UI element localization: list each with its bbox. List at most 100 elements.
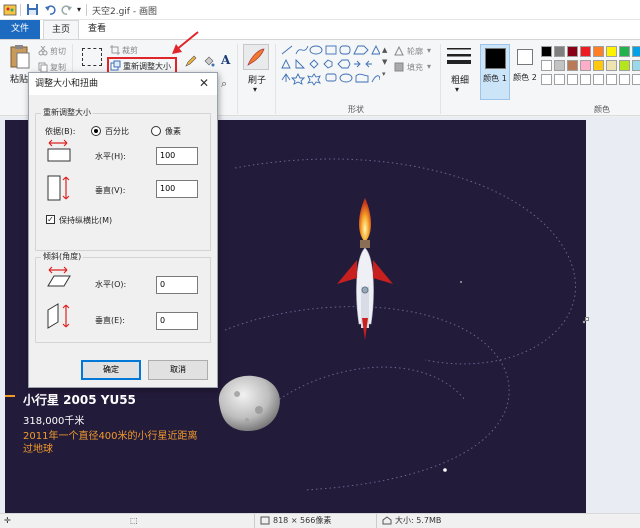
- copy-icon[interactable]: [38, 62, 48, 72]
- title-accent-bar: [5, 395, 15, 397]
- palette-swatch[interactable]: [580, 46, 591, 57]
- crop-button[interactable]: 裁剪: [122, 45, 138, 56]
- size-dropdown-icon[interactable]: ▾: [455, 85, 459, 94]
- asteroid-illustration: [218, 375, 280, 432]
- palette-swatch[interactable]: [606, 60, 617, 71]
- color2-label: 颜色 2: [513, 73, 537, 82]
- palette-swatch[interactable]: [619, 46, 630, 57]
- customize-qat-icon[interactable]: ▾: [77, 5, 81, 14]
- pixels-radio[interactable]: [151, 126, 161, 136]
- pencil-icon[interactable]: [185, 55, 197, 67]
- selection-size-icon: ⬚: [130, 516, 138, 525]
- outline-icon[interactable]: [394, 46, 404, 56]
- palette-swatch[interactable]: [632, 74, 640, 85]
- brush-icon: [247, 48, 265, 66]
- palette-swatch[interactable]: [541, 60, 552, 71]
- palette-swatch[interactable]: [606, 46, 617, 57]
- colors-group-label: 颜色: [594, 105, 610, 114]
- color2-button[interactable]: 颜色 2: [512, 44, 538, 100]
- palette-swatch[interactable]: [632, 60, 640, 71]
- cancel-button[interactable]: 取消: [148, 360, 208, 380]
- paste-icon[interactable]: [9, 44, 31, 70]
- color2-swatch: [517, 49, 533, 65]
- outline-button[interactable]: 轮廓: [407, 46, 423, 57]
- vertical-v-input[interactable]: 100: [156, 180, 198, 198]
- color1-button[interactable]: 颜色 1: [480, 44, 510, 100]
- palette-swatch[interactable]: [632, 46, 640, 57]
- undo-icon[interactable]: [44, 3, 57, 16]
- fill-dropdown-icon[interactable]: ▾: [427, 62, 431, 71]
- outline-dropdown-icon[interactable]: ▾: [427, 46, 431, 55]
- palette-swatch[interactable]: [554, 46, 565, 57]
- select-icon[interactable]: [82, 48, 102, 66]
- text-tool-icon[interactable]: A: [221, 53, 230, 67]
- file-size: 大小: 5.7MB: [395, 516, 442, 525]
- fill-button[interactable]: 填充: [407, 62, 423, 73]
- status-bar: ✛ ⬚ 818 × 566像素 大小: 5.7MB: [0, 513, 640, 528]
- palette-swatch[interactable]: [567, 60, 578, 71]
- horizontal-h-label: 水平(H):: [95, 152, 126, 161]
- horizontal-o-label: 水平(O):: [95, 280, 127, 289]
- save-icon[interactable]: [26, 3, 39, 16]
- close-icon[interactable]: ✕: [197, 76, 211, 90]
- crop-icon[interactable]: [110, 45, 120, 55]
- palette-swatch[interactable]: [541, 74, 552, 85]
- palette-swatch[interactable]: [593, 74, 604, 85]
- size-label[interactable]: 粗细: [451, 73, 469, 86]
- horizontal-h-input[interactable]: 100: [156, 147, 198, 165]
- palette-row-2: [541, 60, 640, 71]
- palette-swatch[interactable]: [580, 60, 591, 71]
- palette-swatch[interactable]: [619, 60, 630, 71]
- palette-swatch[interactable]: [567, 74, 578, 85]
- cursor-position-icon: ✛: [4, 516, 11, 525]
- window-title: 天空2.gif - 画图: [92, 7, 157, 17]
- quick-access-toolbar: ▾ 天空2.gif - 画图: [0, 0, 640, 20]
- paste-button[interactable]: 粘贴: [10, 72, 28, 85]
- keep-ratio-checkbox[interactable]: ✓: [46, 215, 55, 224]
- asteroid-desc-line2: 过地球: [23, 444, 53, 455]
- vertical-e-input[interactable]: 0: [156, 312, 198, 330]
- palette-swatch[interactable]: [541, 46, 552, 57]
- redo-icon[interactable]: [60, 3, 73, 16]
- palette-swatch[interactable]: [554, 60, 565, 71]
- vertical-skew-icon: [47, 303, 70, 329]
- percent-label[interactable]: 百分比: [105, 126, 129, 137]
- resize-button[interactable]: 重新调整大小: [123, 61, 171, 72]
- ok-button[interactable]: 确定: [81, 360, 141, 380]
- shapes-gallery[interactable]: [280, 44, 380, 88]
- horizontal-skew-icon: [47, 266, 71, 287]
- tab-home[interactable]: 主页: [43, 20, 79, 39]
- palette-swatch[interactable]: [580, 74, 591, 85]
- size-icon[interactable]: [447, 46, 471, 68]
- palette-swatch[interactable]: [567, 46, 578, 57]
- palette-swatch[interactable]: [593, 60, 604, 71]
- color1-swatch: [485, 48, 506, 69]
- shapes-scroll[interactable]: ▲ ▼ ▾: [382, 44, 387, 80]
- vertical-e-label: 垂直(E):: [95, 316, 125, 325]
- fill-shape-icon[interactable]: [394, 62, 404, 72]
- ribbon-tabs: 文件 主页 查看: [0, 20, 640, 39]
- resize-icon[interactable]: [110, 60, 121, 71]
- palette-row-3: [541, 74, 640, 85]
- magnifier-icon[interactable]: ⌕: [221, 77, 227, 91]
- cut-icon[interactable]: [38, 46, 48, 56]
- asteroid-title: 小行星 2005 YU55: [23, 393, 136, 407]
- brush-button-frame[interactable]: [243, 44, 269, 70]
- palette-swatch[interactable]: [606, 74, 617, 85]
- palette-swatch[interactable]: [554, 74, 565, 85]
- palette-swatch[interactable]: [619, 74, 630, 85]
- tab-view[interactable]: 查看: [79, 20, 115, 39]
- brush-dropdown-icon[interactable]: ▾: [253, 85, 257, 94]
- percent-radio[interactable]: [91, 126, 101, 136]
- canvas-resize-handle[interactable]: [585, 317, 589, 321]
- pixels-label[interactable]: 像素: [165, 126, 181, 137]
- fill-icon[interactable]: [203, 55, 215, 67]
- paint-app-icon: [3, 4, 17, 16]
- image-size-icon: [260, 516, 270, 525]
- keep-ratio-label[interactable]: 保持纵横比(M): [59, 215, 112, 226]
- horizontal-o-input[interactable]: 0: [156, 276, 198, 294]
- file-size-icon: [382, 516, 392, 525]
- tab-file[interactable]: 文件: [0, 20, 40, 39]
- cut-button[interactable]: 剪切: [50, 46, 66, 57]
- palette-swatch[interactable]: [593, 46, 604, 57]
